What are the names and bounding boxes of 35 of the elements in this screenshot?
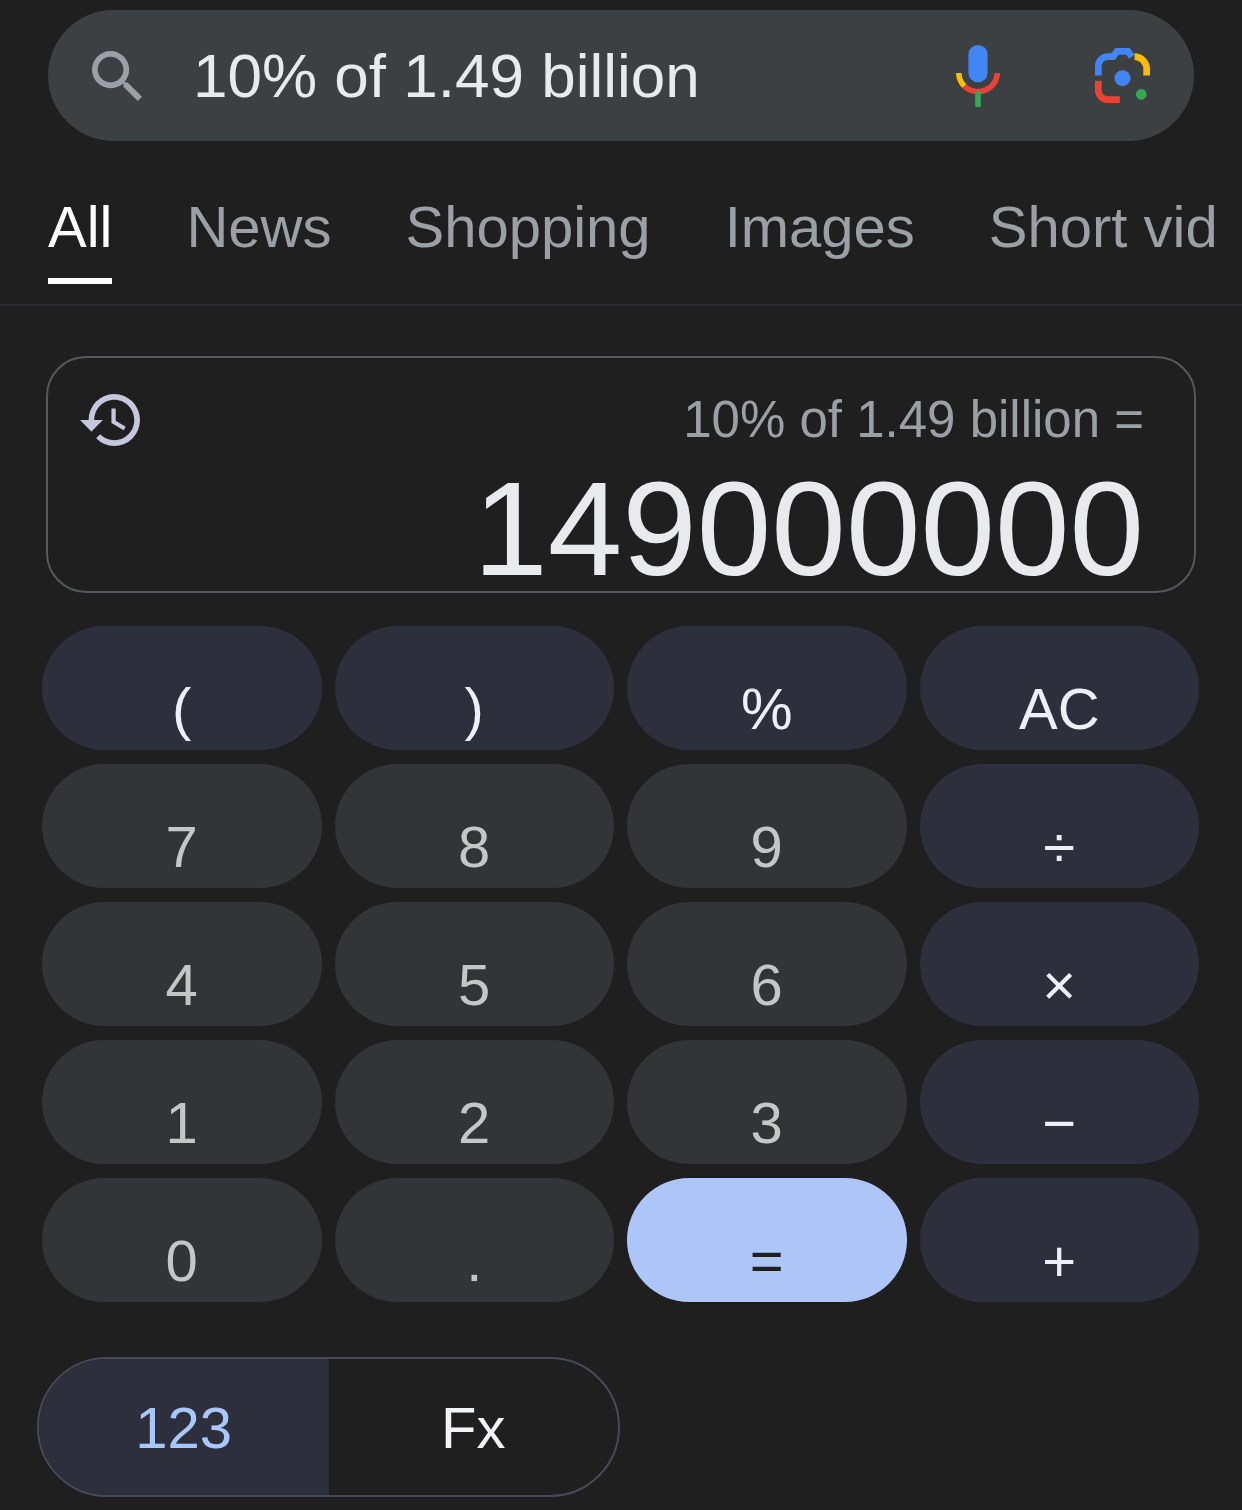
- mode-segment[interactable]: 123: [39, 1359, 329, 1495]
- history-icon[interactable]: [80, 394, 140, 446]
- digit-key[interactable]: 2: [334, 1040, 614, 1164]
- digit-key[interactable]: 8: [334, 764, 614, 888]
- digit-key[interactable]: 6: [627, 902, 907, 1026]
- digit-key[interactable]: 7: [42, 764, 322, 888]
- function-key[interactable]: (: [42, 626, 322, 750]
- digit-key[interactable]: 0: [42, 1178, 322, 1302]
- digit-key[interactable]: .: [334, 1178, 614, 1302]
- digit-key[interactable]: 4: [42, 902, 322, 1026]
- search-icon: [92, 50, 142, 101]
- operator-key[interactable]: ÷: [919, 764, 1199, 888]
- equals-key[interactable]: =: [627, 1178, 907, 1302]
- microphone-icon[interactable]: [956, 44, 1000, 107]
- tab[interactable]: All: [48, 196, 113, 284]
- result-value: 149000000: [473, 470, 1144, 588]
- function-key[interactable]: ): [334, 626, 614, 750]
- operator-key[interactable]: ×: [919, 902, 1199, 1026]
- digit-key[interactable]: 1: [42, 1040, 322, 1164]
- function-key[interactable]: %: [627, 626, 907, 750]
- operator-key[interactable]: +: [919, 1178, 1199, 1302]
- digit-key[interactable]: 5: [334, 902, 614, 1026]
- search-query[interactable]: 10% of 1.49 billion: [193, 39, 700, 112]
- search-bar[interactable]: 10% of 1.49 billion: [48, 10, 1194, 141]
- camera-icon[interactable]: [1095, 48, 1150, 103]
- digit-key[interactable]: 3: [627, 1040, 907, 1164]
- mode-segment[interactable]: Fx: [328, 1359, 618, 1495]
- expression-text: 10% of 1.49 billion =: [683, 390, 1144, 450]
- tab[interactable]: Shopping: [405, 196, 651, 284]
- tab[interactable]: Images: [724, 196, 915, 284]
- tab[interactable]: Short vid: [988, 196, 1218, 284]
- function-key[interactable]: AC: [919, 626, 1199, 750]
- digit-key[interactable]: 9: [627, 764, 907, 888]
- operator-key[interactable]: −: [919, 1040, 1199, 1164]
- tab[interactable]: News: [186, 196, 332, 284]
